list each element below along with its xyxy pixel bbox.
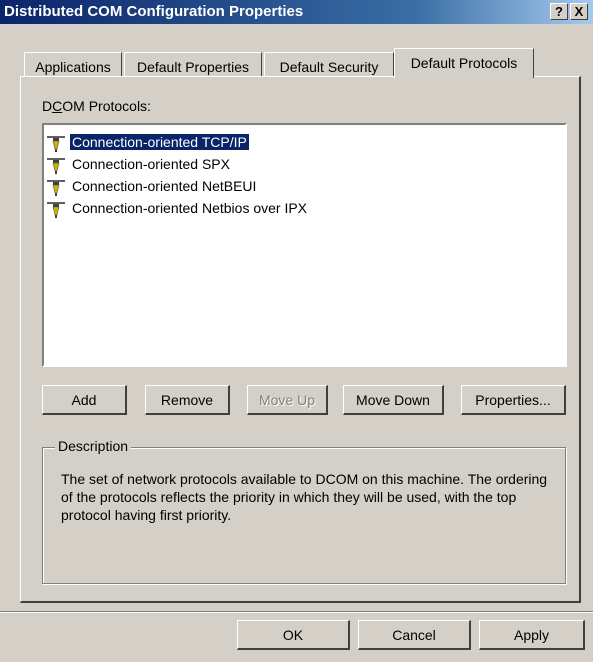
network-protocol-icon — [47, 202, 65, 218]
protocols-list[interactable]: Connection-oriented TCP/IP Connection-or… — [42, 123, 567, 367]
tab-label: Applications — [35, 59, 111, 75]
description-group: Description The set of network protocols… — [42, 438, 566, 584]
ok-button[interactable]: OK — [237, 620, 350, 650]
footer-divider — [0, 611, 593, 613]
move-down-button[interactable]: Move Down — [343, 385, 444, 415]
apply-button[interactable]: Apply — [479, 620, 585, 650]
add-button[interactable]: Add — [42, 385, 127, 415]
tab-label: Default Protocols — [410, 55, 518, 71]
network-protocol-icon — [47, 136, 65, 152]
tab-label: Default Security — [279, 59, 379, 75]
list-item-label: Connection-oriented SPX — [72, 156, 230, 172]
description-title: Description — [55, 438, 132, 454]
remove-button[interactable]: Remove — [145, 385, 230, 415]
network-protocol-icon — [47, 158, 65, 174]
title-bar: Distributed COM Configuration Properties… — [0, 0, 593, 24]
move-up-button[interactable]: Move Up — [247, 385, 328, 415]
properties-button[interactable]: Properties... — [461, 385, 566, 415]
help-button[interactable]: ? — [550, 3, 568, 20]
protocols-label: DCOM Protocols: — [42, 98, 151, 114]
list-item-label: Connection-oriented Netbios over IPX — [72, 200, 308, 216]
tab-default-protocols[interactable]: Default Protocols — [394, 48, 534, 78]
tab-applications[interactable]: Applications — [24, 52, 122, 77]
network-protocol-icon — [47, 180, 65, 196]
description-text: The set of network protocols available t… — [61, 471, 548, 523]
list-item-label: Connection-oriented TCP/IP — [69, 133, 250, 151]
tab-label: Default Properties — [136, 59, 250, 75]
window-title: Distributed COM Configuration Properties — [4, 3, 304, 20]
tab-default-properties[interactable]: Default Properties — [124, 52, 262, 77]
cancel-button[interactable]: Cancel — [358, 620, 471, 650]
list-item-label: Connection-oriented NetBEUI — [72, 178, 257, 194]
close-button[interactable]: X — [570, 3, 588, 20]
tab-default-security[interactable]: Default Security — [264, 52, 394, 77]
